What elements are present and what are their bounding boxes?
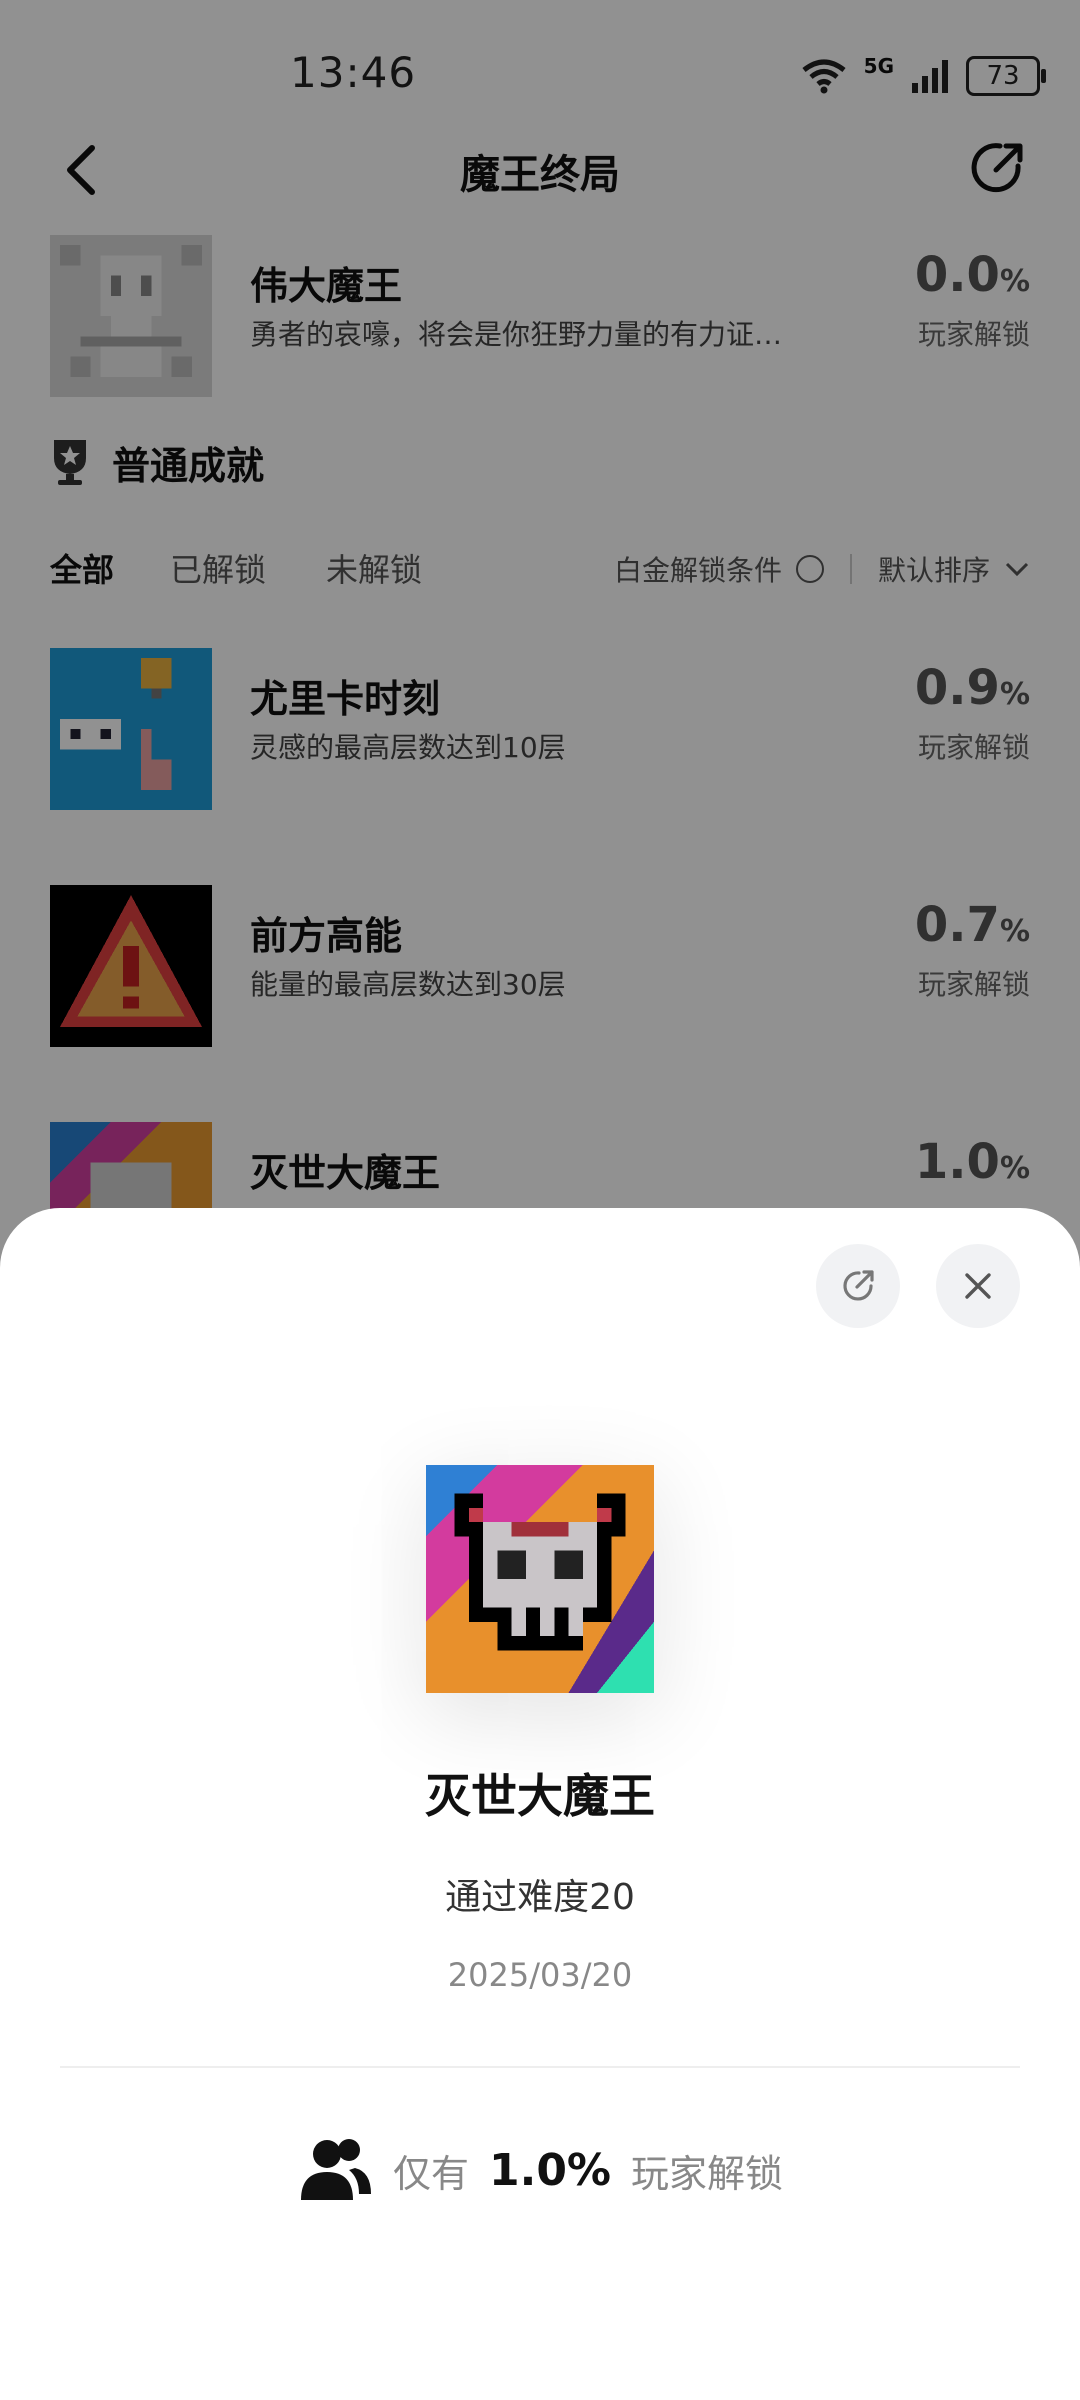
close-icon bbox=[965, 1273, 991, 1299]
stat-prefix: 仅有 bbox=[392, 2151, 469, 2196]
stat-suffix: 玩家解锁 bbox=[631, 2151, 784, 2196]
close-button[interactable] bbox=[936, 1244, 1020, 1328]
unlock-date: 2025/03/20 bbox=[447, 1956, 633, 1994]
achievement-badge bbox=[426, 1465, 654, 1693]
stat-value: 1.0% bbox=[488, 2144, 612, 2196]
unlock-stat: 仅有 1.0% 玩家解锁 bbox=[0, 2138, 1080, 2202]
share-button[interactable] bbox=[816, 1244, 900, 1328]
achievement-detail-sheet: 灭世大魔王 通过难度20 2025/03/20 仅有 1.0% 玩家解锁 bbox=[0, 1208, 1080, 2400]
divider bbox=[60, 2066, 1020, 2068]
users-icon bbox=[300, 2139, 371, 2200]
share-icon bbox=[843, 1270, 874, 1301]
achievement-title: 灭世大魔王 bbox=[425, 1769, 655, 1823]
achievement-condition: 通过难度20 bbox=[445, 1877, 635, 1918]
demon-skull-pixel-icon bbox=[426, 1465, 654, 1693]
